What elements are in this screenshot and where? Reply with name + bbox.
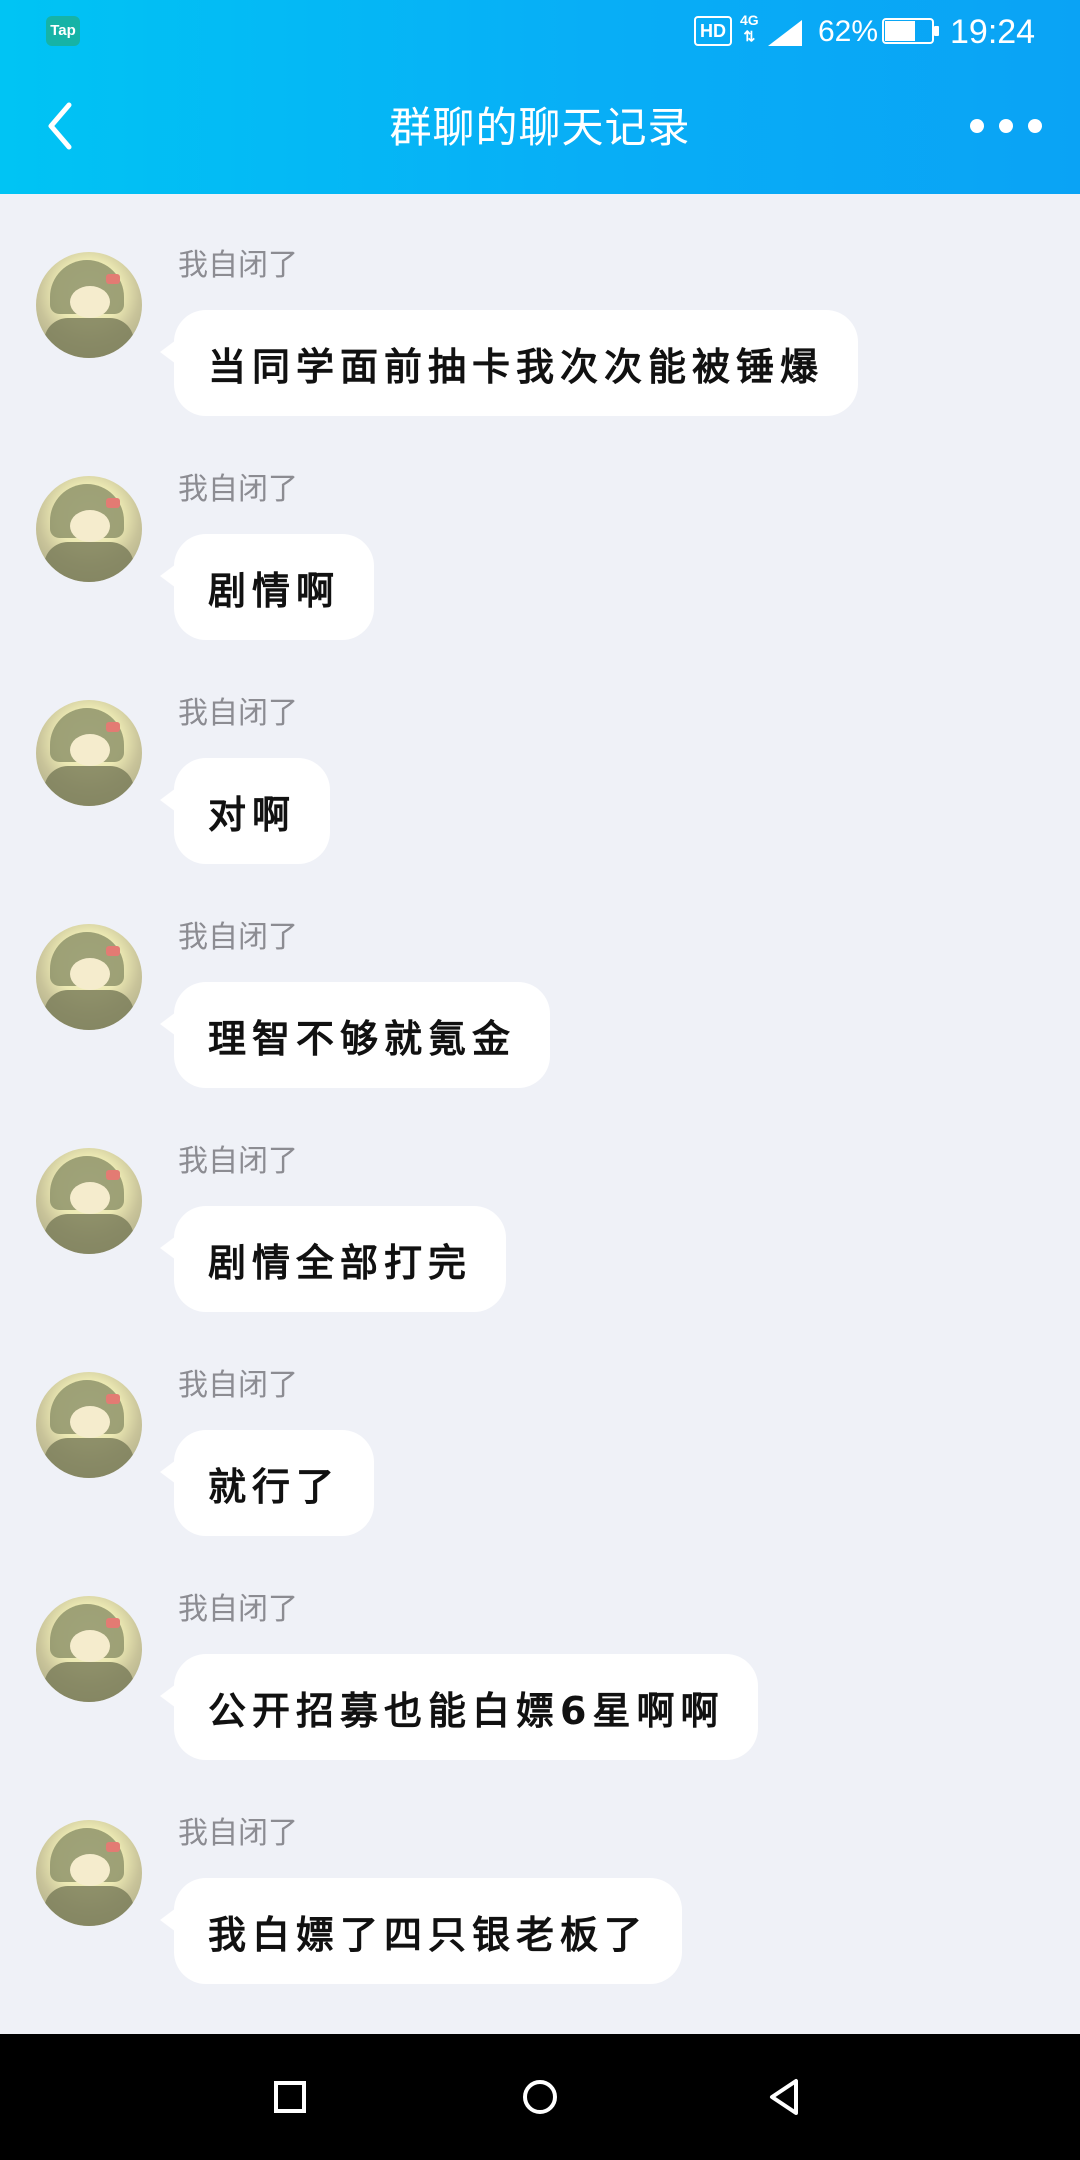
avatar[interactable] [36, 1596, 142, 1702]
battery-icon [882, 18, 939, 44]
message-bubble[interactable]: 理智不够就氪金 [159, 982, 551, 1088]
sender-name: 我自闭了 [178, 1144, 298, 1179]
chat-message: 我自闭了 我白嫖了四只银老板了 [0, 1762, 1080, 1984]
message-bubble[interactable]: 剧情全部打完 [159, 1206, 507, 1312]
sender-name: 我自闭了 [178, 1368, 298, 1403]
title-bar: 群聊的聊天记录 [0, 64, 1080, 194]
page-title: 群聊的聊天记录 [389, 103, 691, 152]
sender-name: 我自闭了 [178, 696, 298, 731]
more-options-button[interactable] [970, 96, 1042, 156]
avatar[interactable] [36, 252, 142, 358]
avatar[interactable] [36, 924, 142, 1030]
message-bubble[interactable]: 就行了 [159, 1430, 375, 1536]
chat-message-list[interactable]: 我自闭了 当同学面前抽卡我次次能被锤爆 我自闭了 剧情啊 我自闭了 对啊 我自闭… [0, 194, 1080, 2034]
header: Tap HD 4G ⇅ 62% 19:24 群聊的聊天记录 [0, 0, 1080, 194]
sender-name: 我自闭了 [178, 920, 298, 955]
avatar[interactable] [36, 700, 142, 806]
battery-percentage: 62% [818, 15, 879, 48]
message-bubble[interactable]: 我白嫖了四只银老板了 [159, 1878, 683, 1984]
chat-message: 我自闭了 公开招募也能白嫖6星啊啊 [0, 1538, 1080, 1760]
recents-square-icon[interactable] [258, 2065, 322, 2129]
avatar[interactable] [36, 476, 142, 582]
chat-message: 我自闭了 当同学面前抽卡我次次能被锤爆 [0, 194, 1080, 416]
more-dot-icon [999, 119, 1013, 133]
message-bubble[interactable]: 公开招募也能白嫖6星啊啊 [159, 1654, 759, 1760]
avatar[interactable] [36, 1820, 142, 1926]
sender-name: 我自闭了 [178, 472, 298, 507]
chat-message: 我自闭了 理智不够就氪金 [0, 866, 1080, 1088]
message-bubble[interactable]: 对啊 [159, 758, 331, 864]
more-dot-icon [1028, 119, 1042, 133]
message-bubble[interactable]: 剧情啊 [159, 534, 375, 640]
sender-name: 我自闭了 [178, 1816, 298, 1851]
chat-history-screen: Tap HD 4G ⇅ 62% 19:24 群聊的聊天记录 我自闭了 当同学面前… [0, 0, 1080, 2160]
avatar[interactable] [36, 1148, 142, 1254]
avatar[interactable] [36, 1372, 142, 1478]
sender-name: 我自闭了 [178, 1592, 298, 1627]
hd-icon: HD [694, 16, 732, 46]
chat-message: 我自闭了 剧情啊 [0, 418, 1080, 640]
tap-app-icon: Tap [46, 16, 80, 46]
network-label: 4G [740, 12, 759, 28]
home-circle-icon[interactable] [508, 2065, 572, 2129]
chat-message: 我自闭了 对啊 [0, 642, 1080, 864]
more-dot-icon [970, 119, 984, 133]
sender-name: 我自闭了 [178, 248, 298, 283]
message-bubble[interactable]: 当同学面前抽卡我次次能被锤爆 [159, 310, 859, 416]
navigation-bar [0, 2034, 1080, 2160]
4g-icon: 4G ⇅ [740, 12, 759, 44]
signal-icon [768, 20, 802, 46]
chat-message: 我自闭了 剧情全部打完 [0, 1090, 1080, 1312]
chat-message: 我自闭了 就行了 [0, 1314, 1080, 1536]
status-bar: Tap HD 4G ⇅ 62% 19:24 [0, 0, 1080, 64]
status-clock: 19:24 [950, 13, 1036, 51]
back-triangle-icon[interactable] [754, 2065, 818, 2129]
